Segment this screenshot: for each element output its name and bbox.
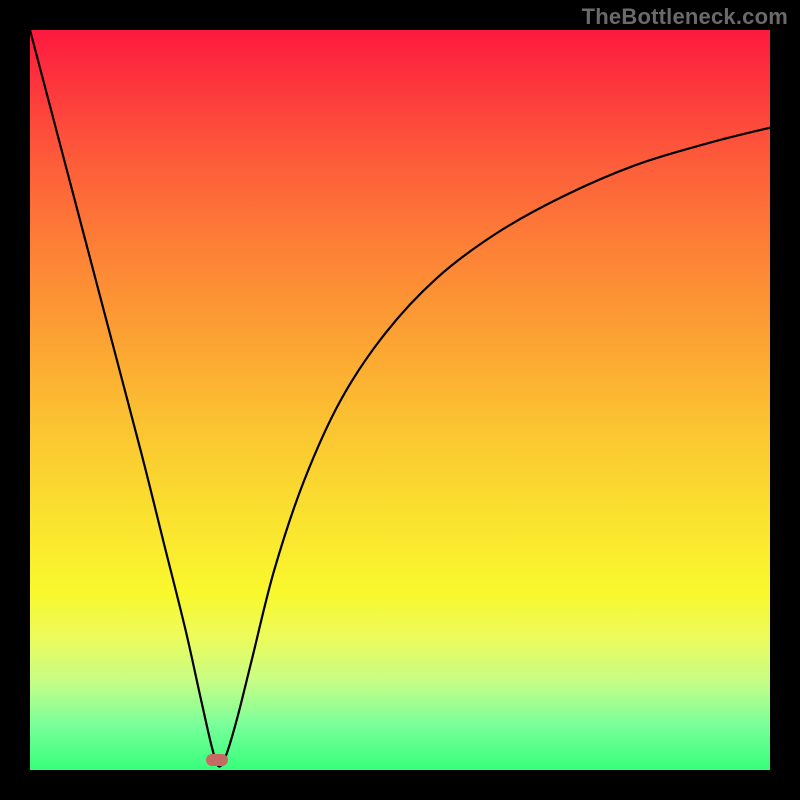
curve-svg (30, 30, 770, 770)
watermark-text: TheBottleneck.com (582, 4, 788, 30)
bottleneck-curve (30, 30, 770, 767)
optimum-marker (206, 754, 228, 766)
plot-area (30, 30, 770, 770)
chart-frame: TheBottleneck.com (0, 0, 800, 800)
